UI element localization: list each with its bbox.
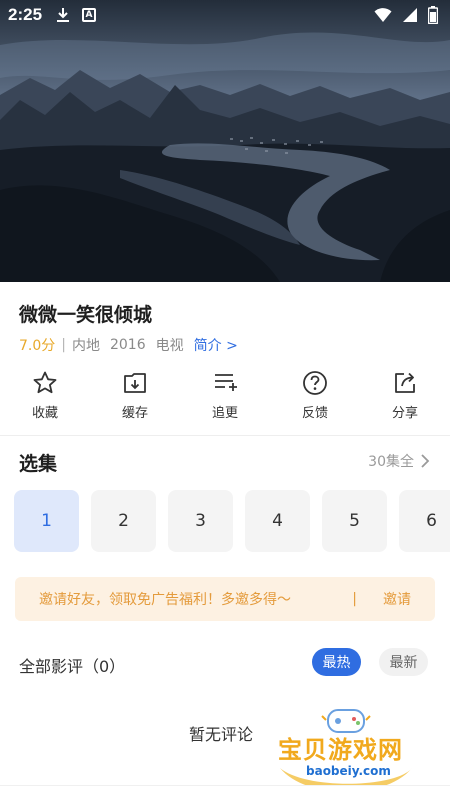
download-box-icon	[124, 373, 146, 393]
wifi-icon	[374, 8, 392, 22]
share-icon	[395, 372, 415, 393]
year-label: 2016	[109, 337, 146, 353]
watermark-text: 宝贝游戏网	[278, 736, 403, 764]
video-title: 微微一笑很倾城	[19, 304, 153, 326]
intro-link[interactable]: 简介 >	[194, 335, 238, 355]
status-time: 2:25	[8, 5, 43, 24]
episode-list: 1 2 3 4 5 6	[14, 490, 450, 552]
region-label: 内地	[71, 338, 100, 354]
score-label: 7.0分	[19, 338, 56, 354]
help-circle-icon	[303, 371, 327, 395]
list-add-icon	[215, 374, 237, 391]
cache-button[interactable]: 缓存	[90, 370, 180, 426]
status-bar: 2:25 A	[0, 0, 450, 30]
tab-new[interactable]: 最新	[379, 648, 428, 676]
follow-button[interactable]: 追更	[180, 370, 270, 426]
share-label: 分享	[391, 406, 418, 421]
section-divider	[0, 435, 450, 436]
meta-separator: |	[61, 337, 66, 353]
follow-label: 追更	[211, 406, 238, 421]
watermark-url: baobeiy.com	[306, 764, 391, 778]
video-frame	[0, 0, 450, 282]
episode-item[interactable]: 6	[399, 490, 450, 552]
video-player[interactable]	[0, 0, 450, 282]
episode-item[interactable]: 5	[322, 490, 387, 552]
invite-divider: |	[352, 591, 357, 607]
bottom-edge	[0, 785, 450, 800]
battery-icon	[428, 6, 438, 24]
watermark: 宝贝游戏网 baobeiy.com	[276, 708, 416, 794]
favorite-button[interactable]: 收藏	[0, 370, 90, 426]
invite-button[interactable]: 邀请	[383, 589, 411, 609]
episodes-total-link[interactable]: 30集全	[368, 451, 430, 471]
feedback-label: 反馈	[301, 406, 328, 421]
episode-item[interactable]: 1	[14, 490, 79, 552]
chevron-right-icon	[421, 454, 430, 468]
a-box-icon: A	[82, 8, 97, 22]
cache-label: 缓存	[121, 406, 148, 421]
episode-item[interactable]: 3	[168, 490, 233, 552]
video-meta: 7.0分 | 内地 2016 电视 简介 >	[19, 335, 238, 355]
comments-header: 全部影评（0）	[19, 657, 126, 676]
favorite-label: 收藏	[31, 406, 58, 421]
episode-item[interactable]: 4	[245, 490, 310, 552]
type-label: 电视	[155, 338, 184, 354]
star-icon	[33, 371, 57, 394]
episodes-title: 选集	[19, 453, 58, 475]
action-row: 收藏 缓存 追更 反馈 分享	[0, 370, 450, 426]
feedback-button[interactable]: 反馈	[270, 370, 360, 426]
invite-text: 邀请好友，领取免广告福利！多邀多得～	[39, 592, 291, 608]
download-icon	[57, 8, 70, 22]
signal-icon	[403, 8, 417, 22]
share-button[interactable]: 分享	[360, 370, 450, 426]
tab-hot[interactable]: 最热	[312, 648, 361, 676]
episode-item[interactable]: 2	[91, 490, 156, 552]
episodes-total-label: 30集全	[368, 454, 414, 470]
empty-comments-text: 暂无评论	[189, 725, 254, 744]
invite-banner[interactable]: 邀请好友，领取免广告福利！多邀多得～ | 邀请	[15, 577, 435, 621]
